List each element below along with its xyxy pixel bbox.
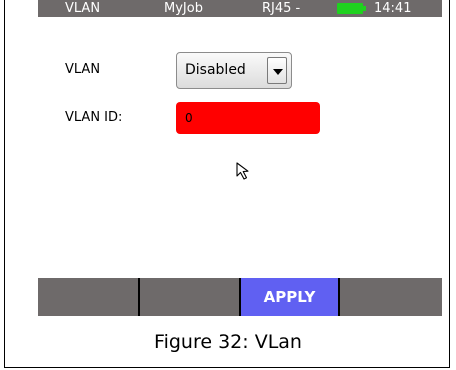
status-time: 14:41 <box>374 1 412 16</box>
status-title: VLAN <box>65 1 101 16</box>
function-key-1[interactable] <box>38 278 138 316</box>
status-port: RJ45 - <box>262 1 301 16</box>
apply-button[interactable]: APPLY <box>241 278 338 316</box>
figure-caption: Figure 32: VLan <box>154 331 302 353</box>
function-key-2[interactable] <box>140 278 239 316</box>
battery-icon <box>337 3 366 14</box>
vlan-select[interactable]: Disabled <box>176 52 292 89</box>
function-key-4[interactable] <box>340 278 442 316</box>
chevron-down-icon[interactable] <box>267 57 287 84</box>
function-key-bar: APPLY <box>38 278 442 316</box>
status-bar: VLAN MyJob RJ45 - 14:41 <box>38 0 442 17</box>
vlan-id-field[interactable]: 0 <box>176 102 320 134</box>
vlan-label: VLAN <box>65 62 101 77</box>
status-job: MyJob <box>164 1 203 16</box>
mouse-pointer-icon <box>236 162 249 180</box>
figure-frame: VLAN MyJob RJ45 - 14:41 VLAN Disabled VL… <box>4 0 450 368</box>
vlan-select-value: Disabled <box>185 62 246 78</box>
vlan-id-label: VLAN ID: <box>65 110 123 125</box>
device-screen: VLAN MyJob RJ45 - 14:41 VLAN Disabled VL… <box>38 0 442 316</box>
vlan-id-value: 0 <box>185 111 193 125</box>
